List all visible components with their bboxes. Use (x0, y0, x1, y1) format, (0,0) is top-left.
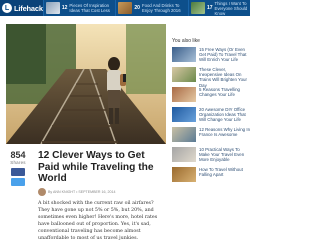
byline-text: By ANN KNIGHT • SEPTEMBER 16, 2014 (48, 190, 116, 194)
top-story-2[interactable]: 20 Food And Drinks To Enjoy Through 2016 (115, 0, 188, 16)
facebook-share-icon[interactable] (11, 168, 25, 176)
top-story-number: 20 (134, 5, 140, 11)
top-story-thumbnail (118, 2, 133, 14)
article-hero-image (6, 24, 166, 144)
sidebar-thumbnail (172, 87, 196, 102)
sidebar-item-7[interactable]: How To Travel Without Falling Apart (172, 167, 250, 183)
sidebar-item-title: How To Travel Without Falling Apart (199, 167, 243, 178)
lifehack-logo-icon: L (2, 3, 12, 13)
article-title: 12 Clever Ways to Get Paid while Traveli… (38, 150, 154, 184)
sidebar-heading: You also like (172, 38, 200, 44)
author-avatar[interactable] (38, 188, 46, 196)
site-logo[interactable]: L Lifehack (0, 0, 43, 16)
top-story-title: Food And Drinks To Enjoy Through 2016 (141, 3, 181, 13)
sidebar-item-title: These Clever, Inexpensive Ideas On Train… (199, 67, 247, 88)
sidebar-thumbnail (172, 147, 196, 162)
top-story-1[interactable]: 12 Pieces Of Inspiration Ideas That Cost… (42, 0, 116, 16)
sidebar-item-1[interactable]: 15 Free Ways (Or Even Get Paid) To Trave… (172, 47, 250, 63)
top-story-number: 12 (61, 5, 68, 11)
sidebar-item-title: 12 Reasons Why Living In France Is Aweso… (199, 127, 251, 138)
sidebar-thumbnail (172, 67, 196, 82)
article-byline: By ANN KNIGHT • SEPTEMBER 16, 2014 (38, 188, 116, 196)
twitter-share-icon[interactable] (11, 178, 25, 186)
railway-photo (6, 24, 166, 144)
sidebar-item-title: 5 Reasons Travelling Changes Your Life (199, 87, 241, 98)
logo-text: Lifehack (14, 3, 43, 13)
sidebar-item-title: 15 Free Ways (Or Even Get Paid) To Trave… (199, 47, 247, 63)
top-story-number: 17 (206, 5, 213, 11)
related-sidebar: You also like 15 Free Ways (Or Even Get … (168, 24, 250, 187)
sidebar-item-title: 20 Awesome DIY Office Organization Ideas… (199, 107, 246, 123)
top-story-thumbnail (45, 2, 60, 14)
article-body: A bit shocked with the current raw oil a… (38, 201, 158, 241)
share-count: 854 (10, 150, 26, 160)
top-story-title: Things I Want To Everyone Should Know (214, 0, 248, 16)
sidebar-item-4[interactable]: 20 Awesome DIY Office Organization Ideas… (172, 107, 250, 123)
sidebar-item-2[interactable]: These Clever, Inexpensive Ideas On Train… (172, 67, 250, 88)
sidebar-item-title: 10 Practical Ways To Make Your Travel Ev… (199, 147, 245, 163)
top-story-3[interactable]: 17 Things I Want To Everyone Should Know (187, 0, 261, 16)
top-story-thumbnail (190, 2, 205, 14)
share-buttons (6, 168, 30, 186)
sidebar-thumbnail (172, 107, 196, 122)
sidebar-item-3[interactable]: 5 Reasons Travelling Changes Your Life (172, 87, 250, 103)
sidebar-item-5[interactable]: 12 Reasons Why Living In France Is Aweso… (172, 127, 250, 143)
sidebar-thumbnail (172, 47, 196, 62)
sidebar-item-6[interactable]: 10 Practical Ways To Make Your Travel Ev… (172, 147, 250, 163)
share-label: Shares (10, 160, 26, 165)
sidebar-thumbnail (172, 127, 196, 142)
top-navigation-bar: L Lifehack 12 Pieces Of Inspiration Idea… (0, 0, 250, 16)
share-panel: 854 Shares (6, 150, 30, 186)
top-story-title: Pieces Of Inspiration Ideas That Cost Le… (69, 3, 110, 13)
sidebar-thumbnail (172, 167, 196, 182)
